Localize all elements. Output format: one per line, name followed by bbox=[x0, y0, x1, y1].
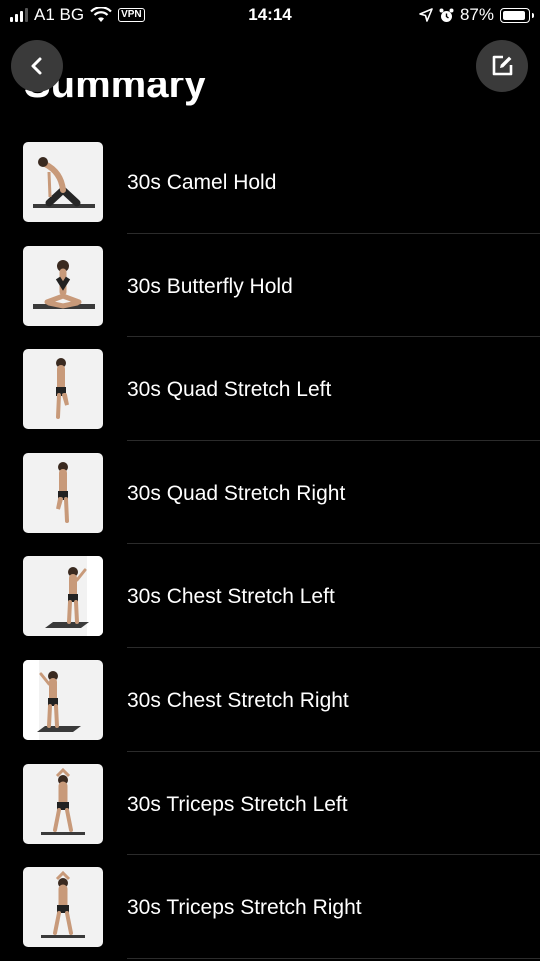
battery-icon bbox=[500, 7, 534, 23]
exercise-thumbnail bbox=[23, 659, 103, 740]
exercise-row[interactable]: 30s Chest Stretch Left bbox=[0, 544, 540, 648]
exercise-row[interactable]: 30s Quad Stretch Left bbox=[0, 337, 540, 441]
exercise-row[interactable]: 30s Camel Hold bbox=[0, 130, 540, 234]
exercise-label: 30s Chest Stretch Left bbox=[127, 585, 335, 609]
exercise-label: 30s Quad Stretch Left bbox=[127, 378, 332, 402]
status-bar: A1 BG VPN 14:14 87% bbox=[0, 0, 540, 30]
battery-percent: 87% bbox=[459, 5, 494, 24]
exercise-list: 30s Camel Hold 30s Butterfly Hold 30s Qu… bbox=[0, 130, 540, 959]
exercise-thumbnail bbox=[23, 763, 103, 844]
exercise-label: 30s Quad Stretch Right bbox=[127, 481, 346, 505]
exercise-label: 30s Triceps Stretch Right bbox=[127, 896, 362, 920]
chevron-left-icon bbox=[31, 57, 42, 75]
exercise-label: 30s Triceps Stretch Left bbox=[127, 792, 348, 816]
back-button[interactable] bbox=[11, 40, 63, 92]
exercise-thumbnail bbox=[23, 349, 103, 430]
exercise-row[interactable]: 30s Triceps Stretch Right bbox=[0, 855, 540, 959]
exercise-thumbnail bbox=[23, 556, 103, 637]
exercise-thumbnail bbox=[23, 142, 103, 222]
exercise-row[interactable]: 30s Chest Stretch Right bbox=[0, 648, 540, 752]
exercise-thumbnail bbox=[23, 452, 103, 533]
exercise-thumbnail bbox=[23, 867, 103, 948]
alarm-icon bbox=[439, 8, 454, 22]
title-area: Summary bbox=[0, 78, 540, 116]
location-arrow-icon bbox=[419, 8, 433, 22]
divider bbox=[127, 957, 540, 959]
status-right: 87% bbox=[419, 5, 534, 25]
exercise-label: 30s Chest Stretch Right bbox=[127, 688, 349, 712]
exercise-row[interactable]: 30s Triceps Stretch Left bbox=[0, 752, 540, 856]
exercise-label: 30s Camel Hold bbox=[127, 171, 277, 194]
exercise-row[interactable]: 30s Butterfly Hold bbox=[0, 234, 540, 338]
exercise-label: 30s Butterfly Hold bbox=[127, 274, 293, 298]
exercise-row[interactable]: 30s Quad Stretch Right bbox=[0, 441, 540, 545]
edit-icon bbox=[492, 55, 513, 76]
exercise-thumbnail bbox=[23, 245, 103, 326]
edit-button[interactable] bbox=[476, 40, 528, 92]
